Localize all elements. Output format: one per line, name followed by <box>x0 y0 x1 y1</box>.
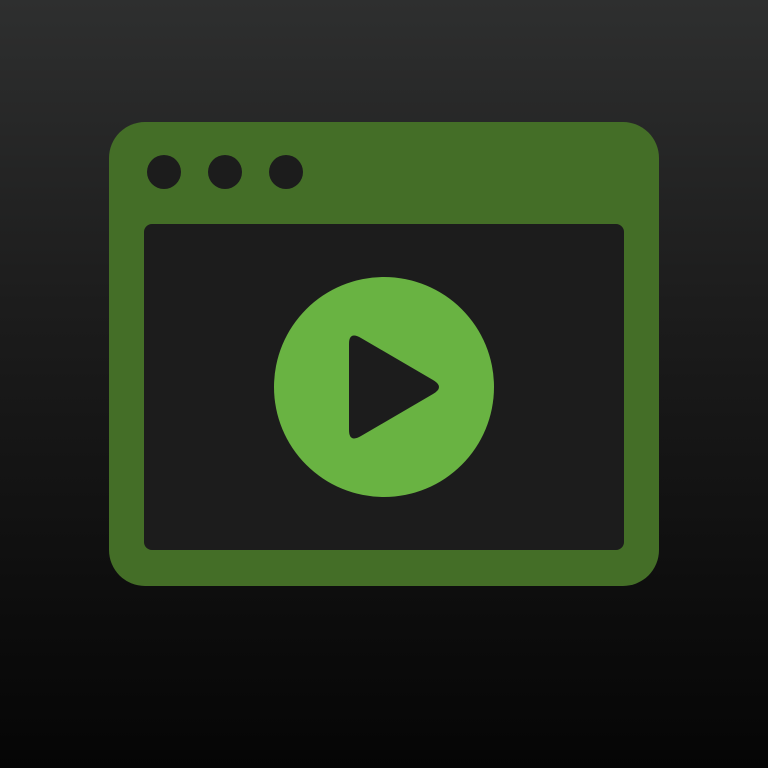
app-icon-canvas <box>0 0 768 768</box>
window-control-dot-3 <box>269 155 303 189</box>
window-control-dot-1 <box>147 155 181 189</box>
play-button <box>274 277 494 497</box>
video-player-window-icon <box>109 122 659 586</box>
window-control-dot-2 <box>208 155 242 189</box>
